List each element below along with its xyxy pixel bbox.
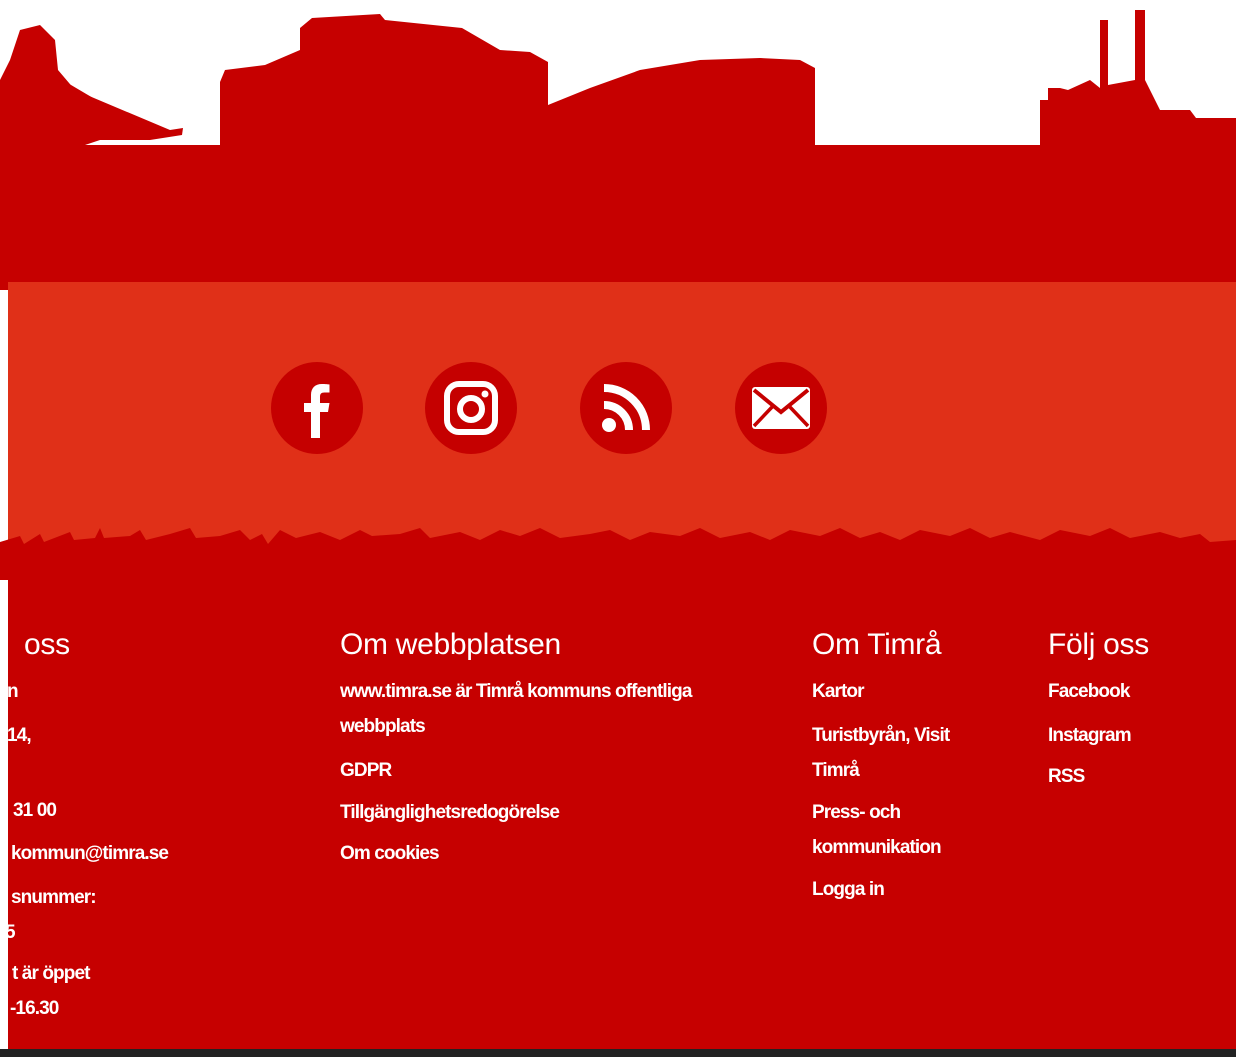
press-link[interactable]: kommunikation bbox=[812, 837, 942, 859]
facebook-icon bbox=[304, 384, 330, 438]
contact-phone: 31 00 bbox=[13, 800, 57, 821]
footer-bottom-bar bbox=[0, 1049, 1236, 1057]
instagram-icon bbox=[444, 381, 498, 435]
login-link[interactable]: Logga in bbox=[812, 879, 885, 901]
rss-button[interactable] bbox=[580, 362, 672, 454]
gdpr-link[interactable]: GDPR bbox=[340, 760, 392, 782]
contact-line: n bbox=[7, 681, 19, 702]
rss-link[interactable]: RSS bbox=[1048, 766, 1085, 788]
tourist-office-link[interactable]: Timrå bbox=[812, 760, 860, 782]
about-site-heading: Om webbplatsen bbox=[340, 628, 561, 661]
tourist-office-link[interactable]: Turistbyrån, Visit bbox=[812, 725, 950, 747]
press-link[interactable]: Press- och bbox=[812, 802, 901, 824]
contact-line: 14, bbox=[7, 725, 32, 746]
mail-button[interactable] bbox=[735, 362, 827, 454]
accessibility-statement-link[interactable]: Tillgänglighetsredogörelse bbox=[340, 802, 560, 824]
contact-line: snummer: bbox=[11, 887, 97, 908]
facebook-link[interactable]: Facebook bbox=[1048, 681, 1130, 703]
mail-icon bbox=[752, 387, 810, 429]
facebook-button[interactable] bbox=[271, 362, 363, 454]
contact-heading: oss bbox=[24, 628, 70, 661]
cookies-link[interactable]: Om cookies bbox=[340, 843, 440, 865]
about-site-description: www.timra.se är Timrå kommuns offentliga bbox=[340, 681, 692, 702]
contact-line: 5 bbox=[5, 922, 16, 943]
maps-link[interactable]: Kartor bbox=[812, 681, 865, 703]
city-skyline-graphic bbox=[0, 10, 1236, 290]
instagram-button[interactable] bbox=[425, 362, 517, 454]
instagram-link[interactable]: Instagram bbox=[1048, 725, 1132, 747]
follow-us-heading: Följ oss bbox=[1048, 628, 1149, 661]
contact-line: t är öppet bbox=[12, 963, 90, 984]
rss-icon bbox=[602, 384, 650, 432]
about-timra-heading: Om Timrå bbox=[812, 628, 942, 661]
contact-hours: -16.30 bbox=[10, 998, 59, 1019]
contact-email-link[interactable]: kommun@timra.se bbox=[11, 843, 169, 865]
about-site-description: webbplats bbox=[340, 716, 426, 737]
